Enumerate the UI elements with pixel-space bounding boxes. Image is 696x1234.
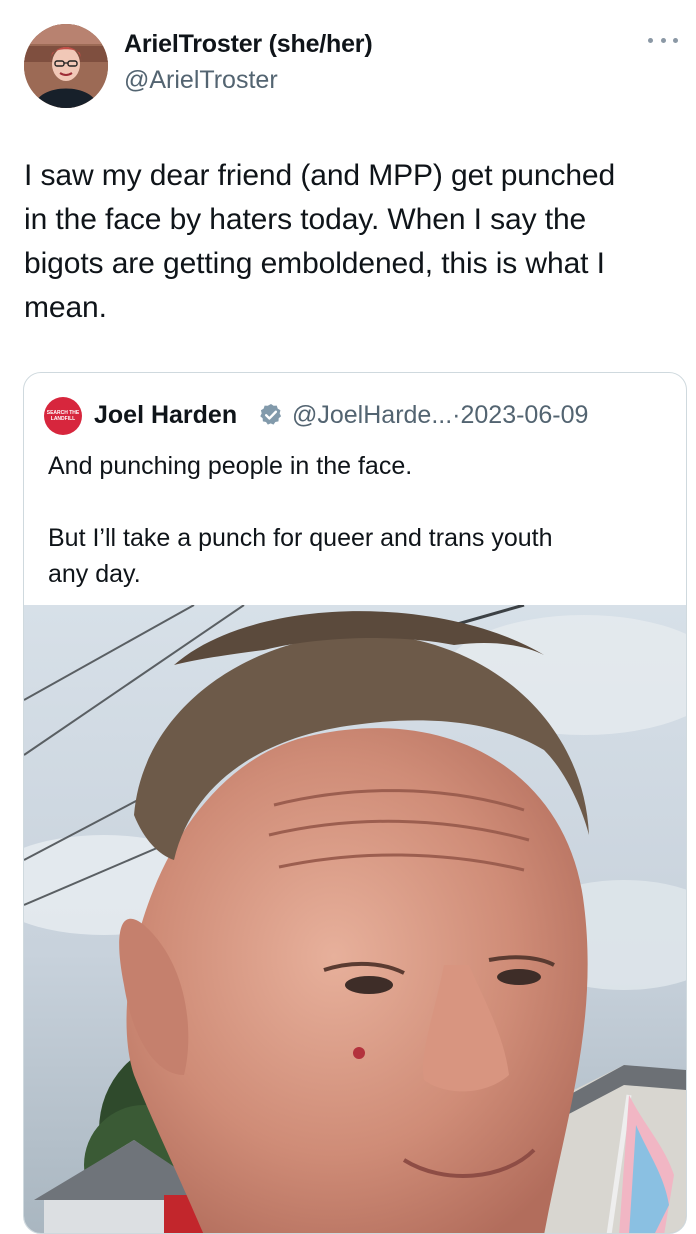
author-handle[interactable]: @ArielTroster: [124, 66, 278, 95]
quoted-author-name[interactable]: Joel Harden: [94, 401, 237, 430]
selfie-image: [24, 605, 686, 1233]
quoted-avatar-logo-text: SEARCH THE LANDFILL: [46, 410, 80, 422]
quoted-tweet-text: And punching people in the face. But I’l…: [48, 452, 553, 588]
more-dot: [673, 37, 678, 43]
quoted-handle-date[interactable]: @JoelHarde...·2023-06-09: [292, 401, 588, 430]
quoted-tweet-photo[interactable]: [24, 605, 686, 1233]
verified-badge-icon: [260, 403, 282, 425]
quoted-tweet-card[interactable]: SEARCH THE LANDFILL Joel Harden @JoelHar…: [23, 372, 687, 1234]
tweet-header: ArielTroster (she/her) @ArielTroster: [0, 0, 696, 120]
author-avatar[interactable]: [24, 24, 108, 108]
more-dot: [648, 37, 653, 43]
tweet-text: I saw my dear friend (and MPP) get punch…: [24, 159, 616, 324]
quoted-author-avatar[interactable]: SEARCH THE LANDFILL: [44, 397, 82, 435]
more-horizontal-icon[interactable]: [648, 30, 678, 50]
author-display-name[interactable]: ArielTroster (she/her): [124, 30, 373, 59]
more-dot: [660, 37, 666, 43]
